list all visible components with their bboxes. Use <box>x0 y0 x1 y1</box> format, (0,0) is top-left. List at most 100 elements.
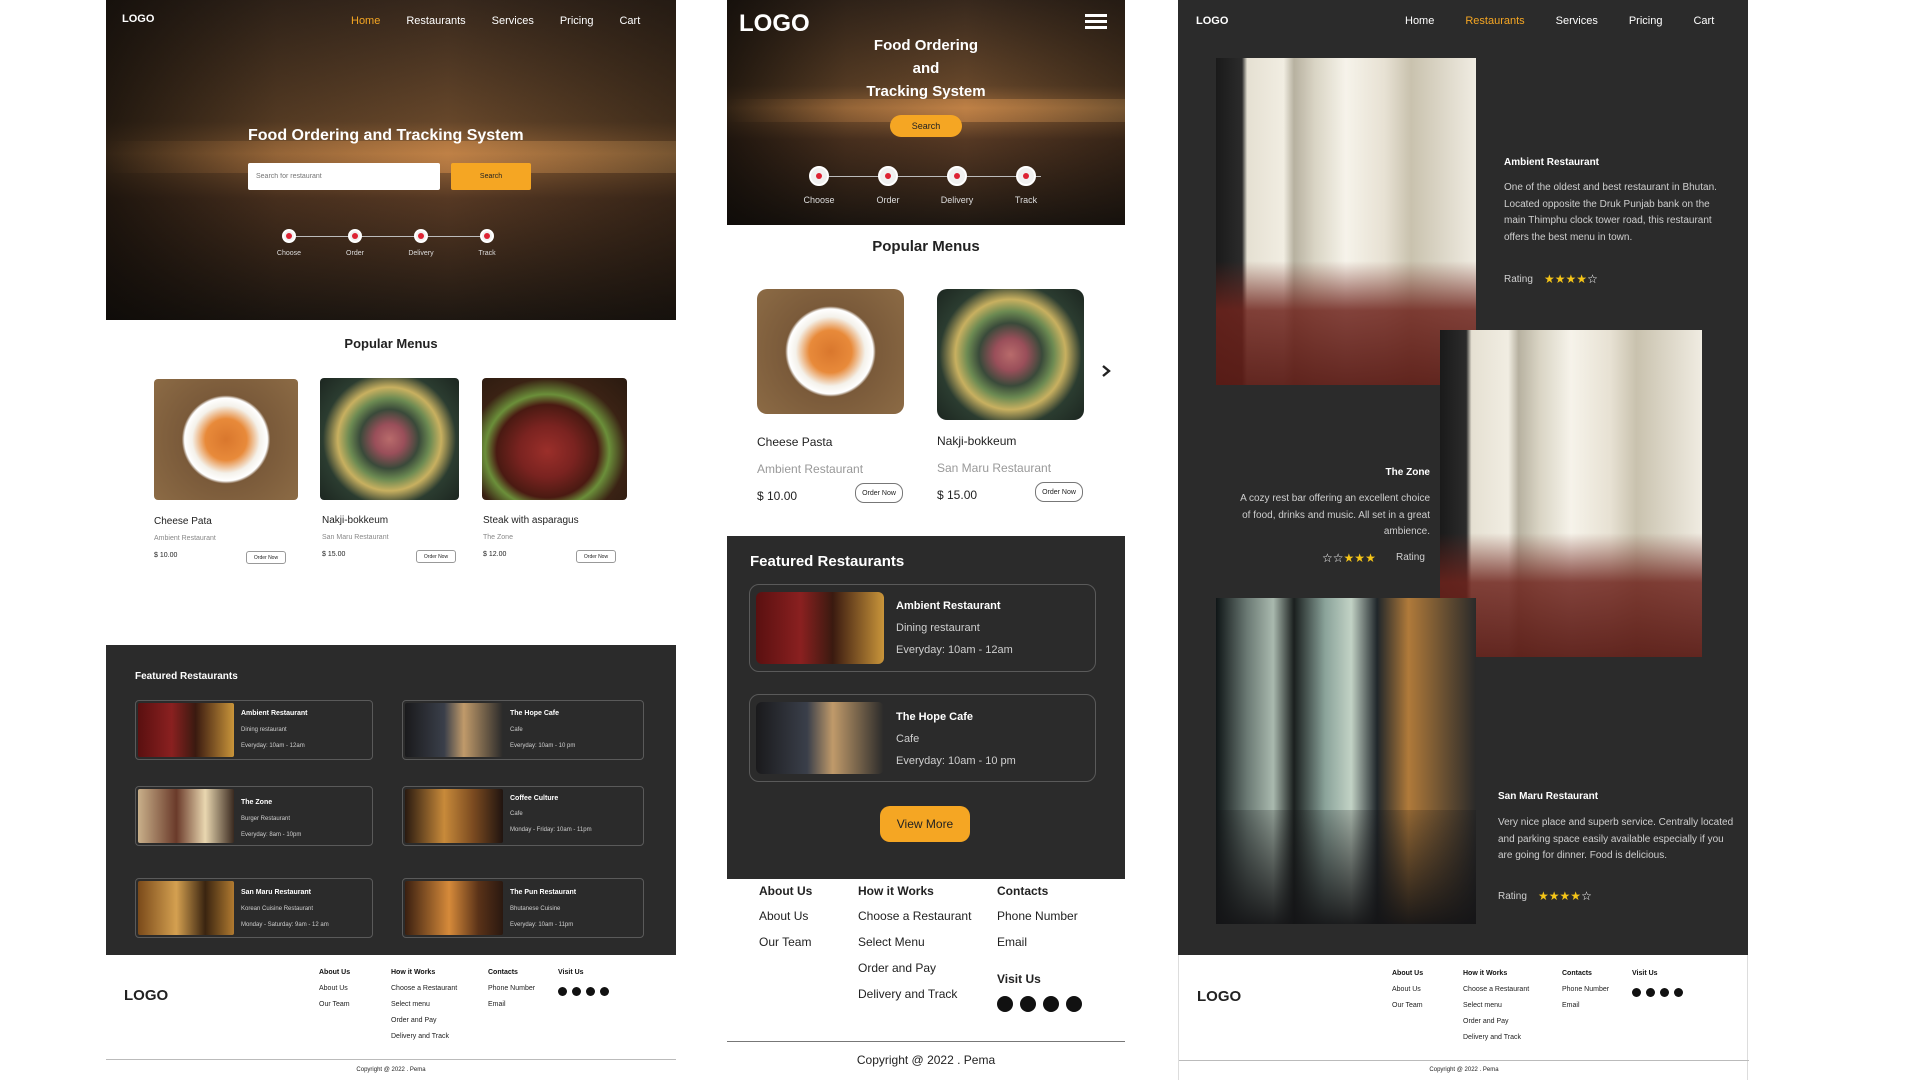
popular-title: Popular Menus <box>344 336 438 351</box>
footer-link[interactable]: Our Team <box>1392 1002 1423 1009</box>
footer-link[interactable]: Our Team <box>319 1001 350 1008</box>
facebook-icon[interactable] <box>1043 996 1059 1012</box>
footer-link[interactable]: Our Team <box>759 935 811 949</box>
restaurant-photo[interactable] <box>1440 330 1702 657</box>
restaurant-card[interactable]: Ambient Restaurant Dining restaurant Eve… <box>135 700 373 760</box>
footer-link[interactable]: About Us <box>759 909 808 923</box>
instagram-icon[interactable] <box>600 987 609 996</box>
footer-link[interactable]: Select menu <box>391 1001 430 1008</box>
social-icons <box>997 996 1087 1017</box>
facebook-icon[interactable] <box>586 987 595 996</box>
restaurant-card[interactable]: San Maru Restaurant Korean Cuisine Resta… <box>135 878 373 938</box>
footer-link[interactable]: Phone Number <box>997 909 1078 923</box>
logo[interactable]: LOGO <box>1196 15 1228 27</box>
nav-services[interactable]: Services <box>1556 15 1598 27</box>
restaurant-card[interactable]: Ambient Restaurant Dining restaurant Eve… <box>749 584 1096 672</box>
footer-link[interactable]: Select Menu <box>858 935 925 949</box>
nav-restaurants[interactable]: Restaurants <box>1465 15 1524 27</box>
nav-pricing[interactable]: Pricing <box>1629 15 1663 27</box>
order-now-button[interactable]: Order Now <box>855 483 903 503</box>
instagram-icon[interactable] <box>1066 996 1082 1012</box>
menu-price: $ 15.00 <box>937 488 978 502</box>
nav-home[interactable]: Home <box>1405 15 1434 27</box>
order-now-button[interactable]: Order Now <box>1035 482 1083 502</box>
step-label: Choose <box>276 250 302 257</box>
nav-cart[interactable]: Cart <box>619 15 640 27</box>
restaurant-hours: Everyday: 10am - 10 pm <box>510 743 576 749</box>
restaurant-card[interactable]: The Pun Restaurant Bhutanese Cuisine Eve… <box>402 878 644 938</box>
nav-cart[interactable]: Cart <box>1693 15 1714 27</box>
footer-link[interactable]: Phone Number <box>1562 986 1609 993</box>
star-icon: ★ <box>1544 272 1555 286</box>
nav-services[interactable]: Services <box>492 15 534 27</box>
search-button[interactable]: Search <box>451 163 531 190</box>
footer-logo[interactable]: LOGO <box>124 987 168 1004</box>
logo[interactable]: LOGO <box>739 10 810 38</box>
footer-link[interactable]: Choose a Restaurant <box>858 909 971 923</box>
restaurant-hours: Everyday: 8am - 10pm <box>241 832 302 838</box>
footer-link[interactable]: Choose a Restaurant <box>391 985 457 992</box>
youtube-icon[interactable] <box>1632 988 1641 997</box>
menu-restaurant: The Zone <box>483 534 513 541</box>
footer-link[interactable]: Order and Pay <box>858 961 936 975</box>
hamburger-menu-icon[interactable] <box>1085 14 1107 30</box>
footer-link[interactable]: About Us <box>319 985 348 992</box>
restaurant-image <box>405 789 503 843</box>
facebook-icon[interactable] <box>1660 988 1669 997</box>
rating-label: Rating <box>1498 891 1527 902</box>
restaurant-card[interactable]: The Zone Burger Restaurant Everyday: 8am… <box>135 786 373 846</box>
hero-title-line: Food Ordering <box>873 37 979 54</box>
search-input[interactable] <box>248 163 440 190</box>
menu-image-pasta[interactable] <box>757 289 904 414</box>
footer-divider <box>106 1059 676 1060</box>
footer-link[interactable]: Delivery and Track <box>1463 1034 1521 1041</box>
footer-link[interactable]: Email <box>1562 1002 1580 1009</box>
star-icon: ★ <box>1559 889 1571 903</box>
restaurant-photo[interactable] <box>1216 58 1476 385</box>
social-icons <box>558 983 614 1001</box>
footer-link[interactable]: Phone Number <box>488 985 535 992</box>
menu-image-pasta[interactable] <box>154 379 298 500</box>
menu-image-nakji[interactable] <box>320 378 459 500</box>
footer-link[interactable]: About Us <box>1392 986 1421 993</box>
restaurant-photo[interactable] <box>1216 598 1476 924</box>
footer-link[interactable]: Choose a Restaurant <box>1463 986 1529 993</box>
restaurant-name: The Zone <box>1385 467 1430 478</box>
footer-link[interactable]: Order and Pay <box>391 1017 437 1024</box>
footer-link[interactable]: Select menu <box>1463 1002 1502 1009</box>
logo[interactable]: LOGO <box>122 13 154 25</box>
nav-home[interactable]: Home <box>351 15 380 27</box>
footer-link[interactable]: Delivery and Track <box>391 1033 449 1040</box>
menu-image-steak[interactable] <box>482 378 627 500</box>
twitter-icon[interactable] <box>1020 996 1036 1012</box>
twitter-icon[interactable] <box>1646 988 1655 997</box>
star-icon: ★ <box>1548 889 1560 903</box>
footer-link[interactable]: Email <box>997 935 1027 949</box>
footer-link[interactable]: Order and Pay <box>1463 1018 1509 1025</box>
top-nav: Home Restaurants Services Pricing Cart <box>1405 15 1725 27</box>
restaurant-hours: Monday - Saturday: 9am - 12 am <box>241 922 329 928</box>
order-now-button[interactable]: Order Now <box>246 551 286 564</box>
footer-link[interactable]: Email <box>488 1001 506 1008</box>
restaurants-dark-section: LOGO Home Restaurants Services Pricing C… <box>1178 0 1748 955</box>
restaurant-card[interactable]: The Hope Cafe Cafe Everyday: 10am - 10 p… <box>402 700 644 760</box>
view-more-button[interactable]: View More <box>880 806 970 842</box>
footer-link[interactable]: Delivery and Track <box>858 987 957 1001</box>
menu-image-nakji[interactable] <box>937 289 1084 420</box>
order-now-button[interactable]: Order Now <box>576 550 616 563</box>
instagram-icon[interactable] <box>1674 988 1683 997</box>
menu-name: Nakji-bokkeum <box>322 515 389 526</box>
footer-logo[interactable]: LOGO <box>1197 988 1241 1005</box>
order-now-button[interactable]: Order Now <box>416 550 456 563</box>
youtube-icon[interactable] <box>558 987 567 996</box>
nav-restaurants[interactable]: Restaurants <box>406 15 465 27</box>
restaurant-card[interactable]: Coffee Culture Cafe Monday - Friday: 10a… <box>402 786 644 846</box>
twitter-icon[interactable] <box>572 987 581 996</box>
youtube-icon[interactable] <box>997 996 1013 1012</box>
chevron-right-icon[interactable] <box>1099 364 1113 378</box>
restaurant-name: Ambient Restaurant <box>241 710 308 717</box>
nav-pricing[interactable]: Pricing <box>560 15 594 27</box>
restaurant-card[interactable]: The Hope Cafe Cafe Everyday: 10am - 10 p… <box>749 694 1096 782</box>
hero-title-line: Tracking System <box>866 83 986 100</box>
search-button[interactable]: Search <box>890 115 962 137</box>
